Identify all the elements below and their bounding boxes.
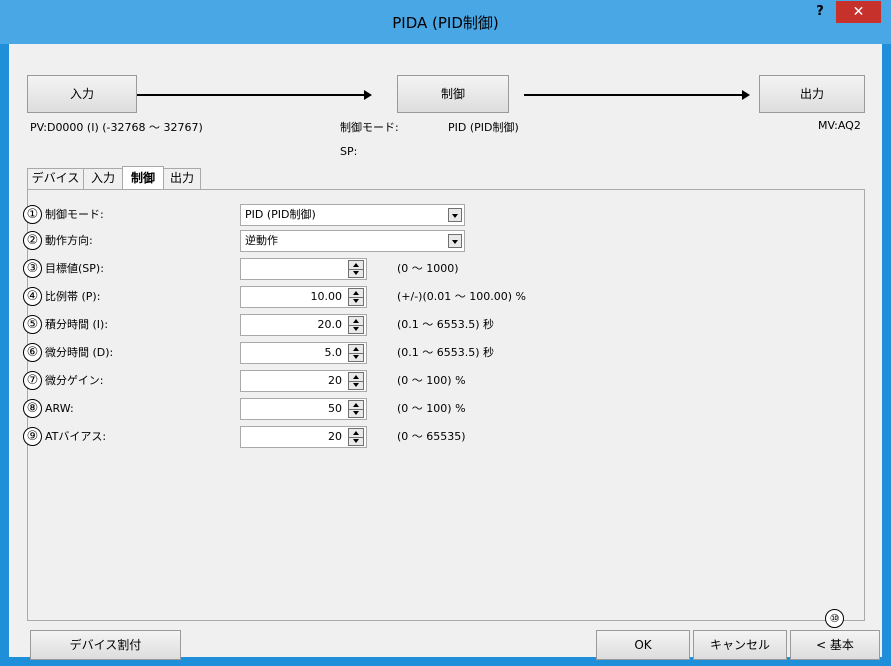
- control-mode-select[interactable]: PID (PID制御): [240, 204, 465, 226]
- input-flow-button[interactable]: 入力: [27, 75, 137, 113]
- at-bias-range: (0 ～ 65535): [397, 430, 466, 443]
- derivative-gain-label: 微分ゲイン:: [45, 374, 104, 387]
- row-number-marker: ⑥: [23, 343, 42, 362]
- tab-control[interactable]: 制御: [122, 166, 164, 189]
- proportional-band-label: 比例帯 (P):: [45, 290, 101, 303]
- integral-time-label: 積分時間 (I):: [45, 318, 109, 331]
- arw-range: (0 ～ 100) %: [397, 402, 466, 415]
- proportional-band-value: 10.00: [310, 290, 343, 303]
- control-mode-field-label: 制御モード:: [45, 208, 104, 221]
- integral-time-stepper[interactable]: 20.0: [240, 314, 367, 336]
- direction-select-value: 逆動作: [245, 234, 278, 247]
- cancel-button[interactable]: キャンセル: [693, 630, 787, 660]
- setpoint-field-label: 目標値(SP):: [45, 262, 104, 275]
- at-bias-stepper[interactable]: 20: [240, 426, 367, 448]
- derivative-time-stepper[interactable]: 5.0: [240, 342, 367, 364]
- at-bias-label: ATバイアス:: [45, 430, 107, 443]
- at-bias-value: 20: [328, 430, 342, 443]
- spin-arrows-icon[interactable]: [348, 288, 364, 306]
- derivative-time-range: (0.1 ～ 6553.5) 秒: [397, 346, 495, 359]
- control-mode-label: 制御モード:: [340, 121, 399, 134]
- arrow-right-icon: [524, 90, 750, 100]
- tab-device[interactable]: デバイス: [27, 168, 84, 189]
- title-bar: PIDA (PID制御) ? ✕: [0, 0, 891, 44]
- arrow-right-icon: [137, 90, 372, 100]
- row-number-marker: ①: [23, 205, 42, 224]
- direction-select[interactable]: 逆動作: [240, 230, 465, 252]
- row-number-marker: ②: [23, 231, 42, 250]
- basic-button[interactable]: < 基本: [790, 630, 880, 660]
- row-number-marker: ⑩: [825, 609, 844, 628]
- proportional-band-stepper[interactable]: 10.00: [240, 286, 367, 308]
- derivative-gain-value: 20: [328, 374, 342, 387]
- tab-input[interactable]: 入力: [83, 168, 123, 189]
- close-button[interactable]: ✕: [836, 1, 881, 23]
- row-number-marker: ④: [23, 287, 42, 306]
- ok-button[interactable]: OK: [596, 630, 690, 660]
- control-mode-select-value: PID (PID制御): [245, 208, 316, 221]
- output-flow-button[interactable]: 出力: [759, 75, 865, 113]
- mv-info: MV:AQ2: [818, 119, 861, 132]
- spin-arrows-icon[interactable]: [348, 372, 364, 390]
- tab-output[interactable]: 出力: [163, 168, 201, 189]
- spin-arrows-icon[interactable]: [348, 260, 364, 278]
- arw-label: ARW:: [45, 402, 74, 415]
- spin-arrows-icon[interactable]: [348, 316, 364, 334]
- help-button[interactable]: ?: [806, 4, 834, 24]
- pv-info: PV:D0000 (I) (-32768 ～ 32767): [30, 121, 203, 134]
- setpoint-stepper[interactable]: [240, 258, 367, 280]
- device-assign-button[interactable]: デバイス割付: [30, 630, 181, 660]
- direction-field-label: 動作方向:: [45, 234, 93, 247]
- setpoint-range: (0 ～ 1000): [397, 262, 459, 275]
- control-mode-value: PID (PID制御): [448, 121, 519, 134]
- arw-stepper[interactable]: 50: [240, 398, 367, 420]
- integral-time-range: (0.1 ～ 6553.5) 秒: [397, 318, 495, 331]
- spin-arrows-icon[interactable]: [348, 428, 364, 446]
- row-number-marker: ⑨: [23, 427, 42, 446]
- derivative-time-label: 微分時間 (D):: [45, 346, 114, 359]
- row-number-marker: ⑧: [23, 399, 42, 418]
- derivative-gain-stepper[interactable]: 20: [240, 370, 367, 392]
- control-flow-button[interactable]: 制御: [397, 75, 509, 113]
- chevron-down-icon[interactable]: [448, 208, 462, 222]
- sp-label: SP:: [340, 145, 358, 158]
- derivative-time-value: 5.0: [324, 346, 343, 359]
- row-number-marker: ⑦: [23, 371, 42, 390]
- window-title: PIDA (PID制御): [392, 14, 499, 32]
- chevron-down-icon[interactable]: [448, 234, 462, 248]
- row-number-marker: ⑤: [23, 315, 42, 334]
- derivative-gain-range: (0 ～ 100) %: [397, 374, 466, 387]
- proportional-band-range: (+/-)(0.01 ～ 100.00) %: [397, 290, 526, 303]
- spin-arrows-icon[interactable]: [348, 344, 364, 362]
- integral-time-value: 20.0: [317, 318, 343, 331]
- arw-value: 50: [328, 402, 342, 415]
- row-number-marker: ③: [23, 259, 42, 278]
- spin-arrows-icon[interactable]: [348, 400, 364, 418]
